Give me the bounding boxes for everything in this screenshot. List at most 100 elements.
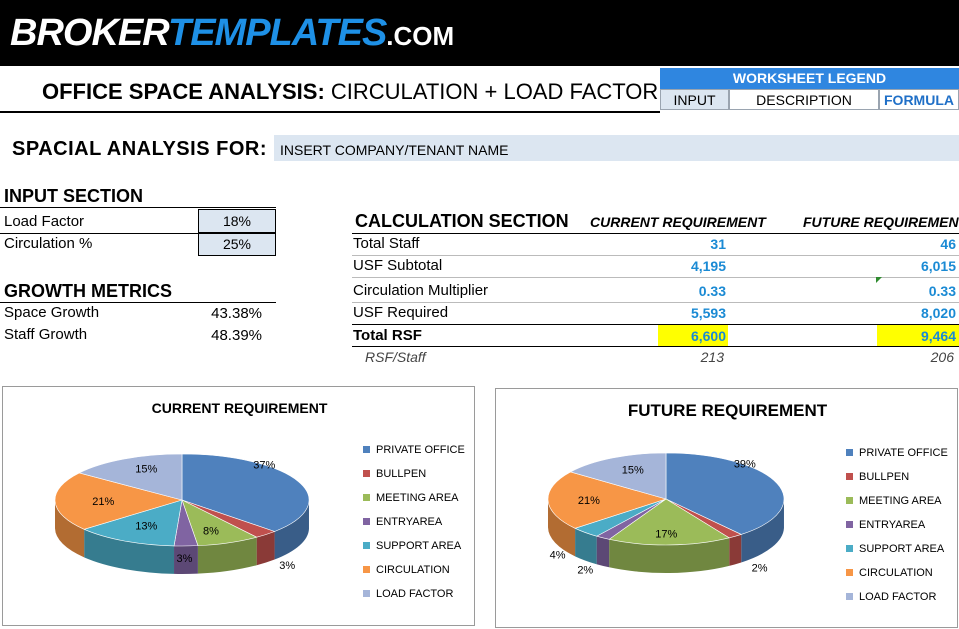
- legend-item-circulation: CIRCULATION: [363, 564, 465, 588]
- usf-subtotal-future: 6,015: [920, 258, 956, 274]
- usf-subtotal-label: USF Subtotal: [353, 257, 443, 274]
- input-section-divider: [0, 207, 276, 208]
- worksheet-legend: INPUT DESCRIPTION FORMULA: [660, 89, 959, 112]
- legend-swatch: [846, 473, 853, 480]
- legend-item-support-area: SUPPORT AREA: [363, 540, 465, 564]
- circulation-input[interactable]: 25%: [198, 233, 276, 256]
- company-name-input[interactable]: INSERT COMPANY/TENANT NAME: [274, 135, 959, 161]
- calc-total-divider: [352, 346, 959, 347]
- calc-header-divider: [352, 233, 959, 234]
- legend-description-cell: DESCRIPTION: [729, 89, 879, 110]
- growth-metrics-title: GROWTH METRICS: [4, 281, 172, 301]
- legend-swatch: [846, 545, 853, 552]
- legend-swatch: [363, 494, 370, 501]
- staff-growth-value: 48.39%: [211, 327, 262, 344]
- legend-item-private-office: PRIVATE OFFICE: [363, 444, 465, 468]
- legend-swatch: [363, 590, 370, 597]
- calc-row-divider: [352, 324, 959, 325]
- total-rsf-current: 6,600: [690, 328, 726, 344]
- staff-growth-label: Staff Growth: [4, 326, 88, 343]
- rsf-per-staff-label: RSF/Staff: [365, 349, 426, 365]
- title-underline: [0, 111, 660, 113]
- brand-part-2: TEMPLATES: [168, 12, 387, 54]
- brand-part-1: BROKER: [10, 12, 169, 54]
- page-title-bold: OFFICE SPACE ANALYSIS:: [42, 79, 325, 104]
- current-requirement-header: CURRENT REQUIREMENT: [590, 214, 766, 230]
- growth-metrics-divider: [0, 302, 276, 303]
- chart-legend: PRIVATE OFFICE BULLPEN MEETING AREA ENTR…: [846, 447, 948, 615]
- pie-label-private-office: 37%: [253, 460, 275, 472]
- pie-label-bullpen: 3%: [279, 560, 295, 572]
- pie-label-entryarea: 2%: [577, 565, 593, 577]
- pie-label-support-area: 13%: [135, 520, 157, 532]
- usf-required-future: 8,020: [920, 305, 956, 321]
- legend-swatch: [846, 569, 853, 576]
- total-rsf-label: Total RSF: [353, 327, 422, 344]
- brand-logo: BROKERTEMPLATES.COM: [10, 10, 454, 59]
- worksheet-legend-header: WORKSHEET LEGEND: [660, 68, 959, 89]
- legend-swatch: [363, 446, 370, 453]
- spacial-analysis-label: SPACIAL ANALYSIS FOR:: [12, 138, 267, 160]
- legend-swatch: [846, 521, 853, 528]
- pie-side-entryarea: [596, 536, 610, 568]
- usf-required-current: 5,593: [690, 305, 726, 321]
- pie-label-meeting-area: 17%: [655, 529, 677, 541]
- future-requirement-header: FUTURE REQUIREMENT: [803, 214, 959, 230]
- legend-item-circulation: CIRCULATION: [846, 567, 948, 591]
- usf-subtotal-current: 4,195: [690, 258, 726, 274]
- pie-label-entryarea: 3%: [176, 553, 192, 565]
- space-growth-label: Space Growth: [4, 304, 100, 321]
- circulation-multiplier-label: Circulation Multiplier: [353, 282, 489, 299]
- calc-row-divider: [352, 255, 959, 256]
- legend-formula-cell: FORMULA: [879, 89, 959, 110]
- calculation-section-title: CALCULATION SECTION: [355, 211, 569, 231]
- legend-item-meeting-area: MEETING AREA: [846, 495, 948, 519]
- legend-swatch: [363, 470, 370, 477]
- legend-item-bullpen: BULLPEN: [363, 468, 465, 492]
- rsf-per-staff-future: 206: [930, 349, 954, 365]
- legend-swatch: [363, 566, 370, 573]
- total-staff-future: 46: [940, 236, 956, 252]
- pie-label-circulation: 21%: [92, 496, 114, 508]
- usf-required-label: USF Required: [353, 304, 449, 321]
- calc-row-divider: [352, 302, 959, 303]
- legend-item-bullpen: BULLPEN: [846, 471, 948, 495]
- pie-label-private-office: 39%: [734, 458, 756, 470]
- legend-swatch: [846, 593, 853, 600]
- total-staff-current: 31: [710, 236, 726, 252]
- legend-item-entryarea: ENTRYAREA: [846, 519, 948, 543]
- legend-swatch: [846, 449, 853, 456]
- pie-label-meeting-area: 8%: [203, 526, 219, 538]
- pie-label-bullpen: 2%: [752, 563, 768, 575]
- legend-item-load-factor: LOAD FACTOR: [363, 588, 465, 612]
- legend-item-meeting-area: MEETING AREA: [363, 492, 465, 516]
- pie-label-circulation: 21%: [578, 495, 600, 507]
- load-factor-input[interactable]: 18%: [198, 209, 276, 233]
- brand-part-3: .COM: [386, 21, 455, 51]
- load-factor-label: Load Factor: [4, 213, 85, 230]
- space-growth-value: 43.38%: [211, 305, 262, 322]
- circulation-multiplier-future: 0.33: [928, 283, 956, 299]
- legend-item-entryarea: ENTRYAREA: [363, 516, 465, 540]
- pie-label-load-factor: 15%: [622, 465, 644, 477]
- pie-side-bullpen: [729, 534, 742, 566]
- future-requirement-chart: FUTURE REQUIREMENT 39% 2% 17% 2% 4% 21% 15% PR…: [495, 388, 958, 628]
- legend-item-load-factor: LOAD FACTOR: [846, 591, 948, 615]
- input-section-title: INPUT SECTION: [4, 186, 144, 206]
- current-requirement-chart: CURRENT REQUIREMENT 37% 3% 8% 3% 13% 21% 15% P…: [2, 386, 475, 626]
- page-title: OFFICE SPACE ANALYSIS: CIRCULATION + LOA…: [42, 79, 658, 105]
- legend-swatch: [363, 518, 370, 525]
- rsf-per-staff-current: 213: [700, 349, 724, 365]
- legend-item-private-office: PRIVATE OFFICE: [846, 447, 948, 471]
- input-row-divider: [0, 233, 198, 234]
- legend-input-cell: INPUT: [660, 89, 729, 110]
- pie-label-support-area: 4%: [550, 550, 566, 562]
- chart-legend: PRIVATE OFFICE BULLPEN MEETING AREA ENTR…: [363, 444, 465, 612]
- circulation-multiplier-current: 0.33: [698, 283, 726, 299]
- page-title-rest: CIRCULATION + LOAD FACTOR: [324, 79, 659, 104]
- pie-label-load-factor: 15%: [135, 464, 157, 476]
- total-rsf-future: 9,464: [920, 328, 956, 344]
- legend-item-support-area: SUPPORT AREA: [846, 543, 948, 567]
- total-staff-label: Total Staff: [353, 235, 420, 252]
- circulation-label: Circulation %: [4, 235, 93, 252]
